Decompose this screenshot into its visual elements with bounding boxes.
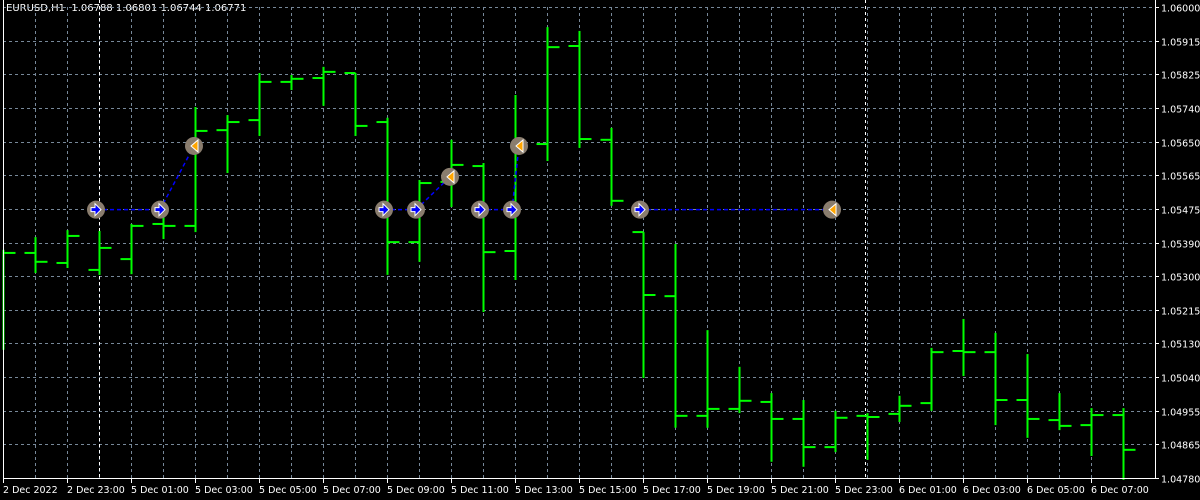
trade-lines [96,145,832,211]
ohlc-bar [888,395,912,423]
price-label: 1.04780 [1161,475,1200,486]
time-label: 5 Dec 21:00 [771,485,829,496]
ohlc-bar [120,223,144,275]
buy-entry-marker [375,200,393,219]
buy-entry-marker [407,200,425,219]
time-label: 5 Dec 05:00 [259,485,317,496]
time-label: 6 Dec 01:00 [899,485,957,496]
time-label: 5 Dec 19:00 [707,485,765,496]
buy-entry-marker [87,200,105,219]
ohlc-bar [56,230,80,268]
time-label: 5 Dec 13:00 [515,485,573,496]
ohlc-bar [728,366,752,414]
buy-entry-marker [151,200,169,219]
time-label: 2 Dec 2022 [3,485,58,496]
ohlc-bar [504,95,528,280]
price-label: 1.05740 [1161,105,1200,116]
time-label: 5 Dec 01:00 [131,485,189,496]
price-label: 1.05215 [1161,307,1200,318]
price-label: 1.05915 [1161,38,1200,49]
buy-entry-marker [631,200,649,219]
ohlc-bar [568,30,592,148]
ohlc-bars [2,27,1136,480]
ohlc-bar [632,231,656,379]
sell-exit-marker [185,136,203,155]
trade-line [159,145,195,211]
price-label: 1.05475 [1161,206,1200,217]
sell-exit-marker [823,200,841,219]
time-label: 6 Dec 07:00 [1091,485,1149,496]
ohlc-bar [1016,354,1040,438]
ohlc-bar [792,400,816,467]
time-label: 2 Dec 23:00 [67,485,125,496]
time-label: 5 Dec 11:00 [451,485,509,496]
time-label: 6 Dec 05:00 [1027,485,1085,496]
time-label: 5 Dec 23:00 [835,485,893,496]
sell-exit-marker [441,167,459,186]
price-label: 1.04865 [1161,441,1200,452]
ohlc-bar [856,413,880,460]
buy-entry-marker [471,200,489,219]
axes: 1.06000 1.05915 1.05825 1.05740 1.05650 1.055… [3,0,1200,496]
price-label: 1.06000 [1161,4,1200,15]
ohlc-bar [280,74,304,91]
ohlc-bar [312,66,336,106]
price-label: 1.04955 [1161,408,1200,419]
ohlc-bar [920,347,944,411]
buy-entry-marker [503,200,521,219]
ohlc-bar [952,318,976,377]
ohlc-bar [88,230,112,275]
price-label: 1.05130 [1161,340,1200,351]
ohlc-bar [824,410,848,453]
ohlc-bar [408,179,432,262]
ohlc-bar [216,115,240,174]
time-label: 5 Dec 17:00 [643,485,701,496]
ohlc-bar [472,162,496,312]
time-label: 5 Dec 03:00 [195,485,253,496]
ohlc-bar [24,237,48,273]
price-label: 1.05300 [1161,273,1200,284]
ohlc-bar [344,72,368,136]
price-label: 1.05650 [1161,139,1200,150]
ohlc-bar [664,244,688,428]
price-label: 1.05825 [1161,71,1200,82]
time-label: 5 Dec 15:00 [579,485,637,496]
price-label: 1.05040 [1161,374,1200,385]
ohlc-bar [2,249,16,350]
time-label: 6 Dec 03:00 [963,485,1021,496]
ohlc-bar [1048,393,1072,431]
price-label: 1.05390 [1161,240,1200,251]
ohlc-bar [696,330,720,428]
ohlc-bar [184,106,208,233]
price-label: 1.05565 [1161,172,1200,183]
price-chart[interactable]: 1.06000 1.05915 1.05825 1.05740 1.05650 1.055… [0,0,1200,500]
ohlc-bar [1080,408,1104,456]
trade-markers [87,136,841,219]
ohlc-bar [376,117,400,275]
ohlc-bar [248,73,272,136]
ohlc-bar [760,393,784,462]
sell-exit-marker [510,136,528,155]
ohlc-bar [600,127,624,206]
ohlc-bar [536,27,560,162]
time-label: 5 Dec 09:00 [387,485,445,496]
time-label: 5 Dec 07:00 [323,485,381,496]
